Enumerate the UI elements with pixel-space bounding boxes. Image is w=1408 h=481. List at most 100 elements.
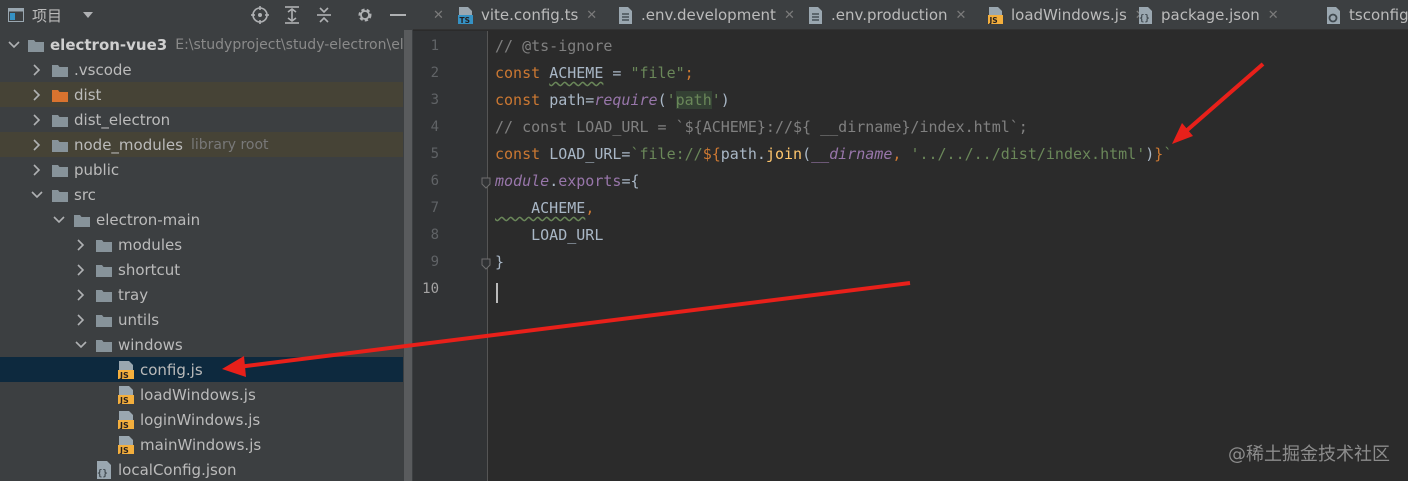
chevron-right-icon[interactable] [30, 57, 44, 82]
tree-folder-modules[interactable]: modules [0, 232, 413, 257]
tab-env-development[interactable]: .env.development ✕ [618, 0, 795, 30]
panel-title[interactable]: 项目 [32, 5, 62, 26]
close-icon[interactable]: ✕ [433, 8, 444, 23]
code-token: join [765, 145, 803, 163]
chevron-down-icon[interactable] [30, 182, 44, 207]
javascript-file-icon: JS [118, 410, 134, 430]
code-token: ( [802, 145, 812, 163]
code-line[interactable]: ACHEME, [495, 195, 594, 222]
tab-label: .env.production [831, 6, 948, 24]
line-number: 2 [430, 65, 439, 81]
gear-file-icon [1326, 6, 1341, 24]
tab-label: .env.development [641, 6, 776, 24]
tree-folder-node-modules[interactable]: node_modules library root [0, 132, 413, 157]
chevron-right-icon[interactable] [74, 282, 88, 307]
code-token: ) [1145, 145, 1155, 163]
tab-tsconfig[interactable]: tsconfig [1326, 0, 1408, 30]
folder-icon [28, 38, 44, 52]
tree-folder-shortcut[interactable]: shortcut [0, 257, 413, 282]
code-token: // const LOAD_URL = `${ACHEME}://${ __di… [495, 118, 1028, 136]
tree-folder-public[interactable]: public [0, 157, 413, 182]
close-icon[interactable]: ✕ [1268, 8, 1279, 23]
tree-item-label: electron-vue3 [50, 35, 168, 54]
code-token: const [495, 64, 550, 82]
expand-all-icon[interactable] [281, 0, 303, 30]
chevron-right-icon[interactable] [30, 82, 44, 107]
tab-vite-config-ts[interactable]: TS vite.config.ts ✕ [458, 0, 597, 30]
code-token: = [603, 64, 631, 82]
close-icon[interactable]: ✕ [784, 8, 795, 23]
chevron-right-icon[interactable] [74, 307, 88, 332]
javascript-file-icon: JS [118, 385, 134, 405]
tree-folder-electron-main[interactable]: electron-main [0, 207, 413, 232]
project-panel-header: 项目 [0, 0, 413, 30]
gear-icon[interactable] [354, 0, 376, 30]
editor-tab-bar: ✕ TS vite.config.ts ✕ .env.development ✕ .env… [413, 0, 1408, 30]
tab-label: package.json [1161, 6, 1260, 24]
tree-file-config-js[interactable]: JS config.js [0, 357, 413, 382]
tree-file-loadwindows-js[interactable]: JS loadWindows.js [0, 382, 413, 407]
code-token: , [892, 145, 911, 163]
code-token: ={ [621, 172, 640, 190]
collapse-all-icon[interactable] [313, 0, 335, 30]
tree-file-mainwindows-js[interactable]: JS mainWindows.js [0, 432, 413, 457]
tree-item-label: windows [118, 335, 183, 354]
folder-icon [52, 163, 68, 177]
folder-icon [96, 263, 112, 277]
dropdown-icon[interactable] [78, 0, 98, 30]
tab-loadwindows-js[interactable]: JSloadWindows.js✕ [988, 0, 1146, 30]
code-line[interactable]: // @ts-ignore [495, 33, 612, 60]
tree-item-label: electron-main [96, 210, 201, 229]
code-line[interactable]: // const LOAD_URL = `${ACHEME}://${ __di… [495, 114, 1028, 141]
code-token: ` [1163, 145, 1173, 163]
code-token: require [594, 91, 658, 109]
chevron-right-icon[interactable] [30, 132, 44, 157]
code-token: path. [720, 145, 766, 163]
chevron-right-icon[interactable] [74, 257, 88, 282]
tab-close-partial[interactable]: ✕ [425, 0, 444, 30]
chevron-right-icon[interactable] [30, 107, 44, 132]
svg-text:JS: JS [989, 16, 998, 24]
tree-folder--vscode[interactable]: .vscode [0, 57, 413, 82]
tree-file-loginwindows-js[interactable]: JS loginWindows.js [0, 407, 413, 432]
tab-package-json[interactable]: {} package.json ✕ [1138, 0, 1279, 30]
chevron-down-icon[interactable] [74, 332, 88, 357]
scrollbar-thumb[interactable] [404, 30, 412, 481]
tree-folder-src[interactable]: src [0, 182, 413, 207]
project-view-icon[interactable] [7, 0, 25, 30]
chevron-right-icon[interactable] [30, 157, 44, 182]
tree-folder-untils[interactable]: untils [0, 307, 413, 332]
code-line[interactable]: const path=require('path') [495, 87, 730, 114]
tree-folder-dist[interactable]: dist [0, 82, 413, 107]
tree-folder-tray[interactable]: tray [0, 282, 413, 307]
line-number: 10 [422, 281, 439, 297]
typescript-file-icon: TS [458, 6, 473, 25]
code-editor[interactable]: // @ts-ignore const ACHEME = "file"; const… [489, 31, 1408, 481]
tree-item-label: loginWindows.js [140, 410, 261, 429]
close-icon[interactable]: ✕ [956, 8, 967, 23]
code-line[interactable]: module.exports={ [495, 168, 640, 195]
tree-item-label: node_modules [74, 135, 183, 154]
code-line[interactable]: const ACHEME = "file"; [495, 60, 694, 87]
tree-folder-electron-vue3[interactable]: electron-vue3 E:\studyproject\study-elect… [0, 32, 413, 57]
code-line[interactable]: const LOAD_URL=`file://${path.join(__dir… [495, 141, 1172, 168]
svg-text:JS: JS [119, 446, 129, 454]
chevron-down-icon[interactable] [52, 207, 66, 232]
code-token: '../../../dist/index.html' [910, 145, 1146, 163]
svg-text:TS: TS [460, 16, 471, 24]
tree-file-localconfig-json[interactable]: {} localConfig.json [0, 457, 413, 481]
code-line[interactable]: LOAD_URL [495, 222, 603, 249]
chevron-right-icon[interactable] [74, 232, 88, 257]
tree-item-label: mainWindows.js [140, 435, 262, 454]
tree-folder-windows[interactable]: windows [0, 332, 413, 357]
code-token: // @ts-ignore [495, 37, 613, 55]
close-icon[interactable]: ✕ [586, 8, 597, 23]
code-token: ACHEME [495, 199, 586, 217]
chevron-down-icon[interactable] [8, 32, 20, 57]
tree-item-label: dist_electron [74, 110, 171, 129]
locate-icon[interactable] [249, 0, 271, 30]
tree-folder-dist-electron[interactable]: dist_electron [0, 107, 413, 132]
minimize-icon[interactable] [387, 0, 409, 30]
code-line[interactable]: } [495, 249, 504, 276]
tab-env-production[interactable]: .env.production ✕ [808, 0, 966, 30]
